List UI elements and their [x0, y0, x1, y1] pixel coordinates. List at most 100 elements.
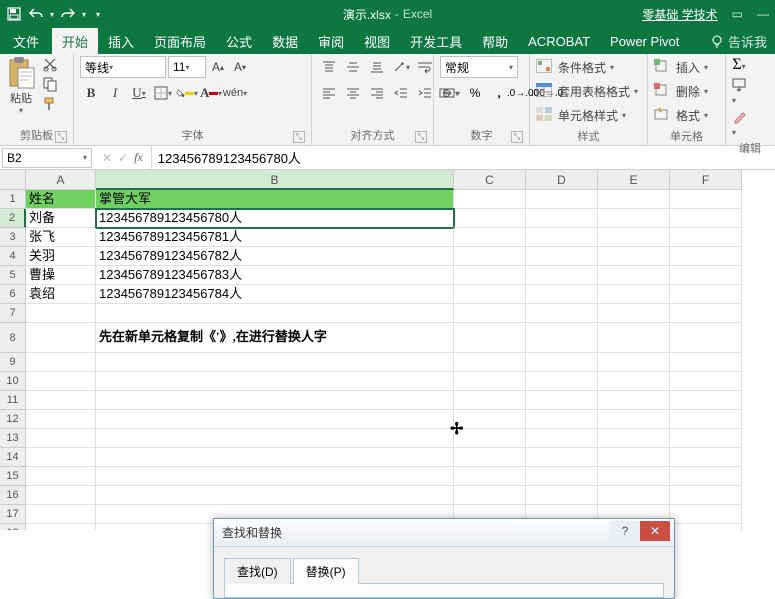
cell[interactable] [26, 505, 96, 524]
cell[interactable] [454, 247, 526, 266]
phonetic-button[interactable]: wén▾ [224, 82, 246, 104]
cell[interactable] [670, 285, 742, 304]
row-header[interactable]: 11 [0, 391, 26, 410]
italic-button[interactable]: I [104, 82, 126, 104]
cell[interactable] [598, 285, 670, 304]
cell[interactable] [26, 410, 96, 429]
cell[interactable] [526, 410, 598, 429]
cell[interactable] [598, 429, 670, 448]
cell[interactable] [670, 323, 742, 353]
cell[interactable] [454, 266, 526, 285]
tab-help[interactable]: 帮助 [472, 28, 518, 54]
undo-dropdown-icon[interactable]: ▾ [50, 10, 54, 19]
cut-icon[interactable] [42, 56, 60, 72]
clear-icon[interactable]: ▾ [732, 110, 746, 138]
col-header[interactable]: A [26, 170, 96, 190]
qat-customize-icon[interactable]: ▾ [96, 10, 100, 19]
cell[interactable] [454, 448, 526, 467]
cancel-formula-icon[interactable]: ✕ [102, 151, 112, 165]
align-middle-icon[interactable] [342, 56, 364, 78]
cell[interactable] [96, 304, 454, 323]
row-header[interactable]: 8 [0, 323, 26, 353]
redo-icon[interactable] [60, 6, 76, 22]
cell[interactable]: 袁绍 [26, 285, 96, 304]
cell-message[interactable]: 先在新单元格复制《'》,在进行替换人字 [96, 323, 454, 353]
cell[interactable] [526, 285, 598, 304]
cell[interactable] [454, 372, 526, 391]
row-header[interactable]: 2 [0, 209, 26, 228]
cell[interactable] [526, 190, 598, 209]
cell[interactable] [96, 467, 454, 486]
formula-input[interactable]: 123456789123456780人 [152, 148, 775, 167]
cell[interactable] [26, 391, 96, 410]
cell[interactable] [96, 410, 454, 429]
cell[interactable] [598, 467, 670, 486]
cell[interactable] [26, 448, 96, 467]
minimize-icon[interactable]: — [757, 7, 769, 21]
launcher-icon[interactable]: ⤡ [293, 131, 305, 143]
cell[interactable]: 张飞 [26, 228, 96, 247]
cell[interactable] [598, 304, 670, 323]
cell[interactable] [598, 410, 670, 429]
cell[interactable] [670, 304, 742, 323]
align-top-icon[interactable] [318, 56, 340, 78]
format-as-table-button[interactable]: 套用表格格式▾ [536, 80, 638, 102]
format-painter-icon[interactable] [42, 96, 60, 112]
cell[interactable] [670, 410, 742, 429]
cell[interactable] [670, 353, 742, 372]
tab-developer[interactable]: 开发工具 [400, 28, 472, 54]
launcher-icon[interactable]: ⤡ [55, 131, 67, 143]
col-header[interactable]: E [598, 170, 670, 190]
tab-formulas[interactable]: 公式 [216, 28, 262, 54]
cell[interactable] [670, 429, 742, 448]
paste-dropdown-icon[interactable]: ▾ [19, 106, 23, 115]
font-name-combo[interactable]: 等线▾ [80, 56, 166, 78]
fx-icon[interactable]: fx [134, 150, 143, 165]
cell[interactable]: 刘备 [26, 209, 96, 228]
cell[interactable] [598, 209, 670, 228]
launcher-icon[interactable]: ⤡ [511, 131, 523, 143]
cell[interactable] [96, 353, 454, 372]
percent-icon[interactable]: % [464, 82, 486, 104]
cell[interactable] [526, 486, 598, 505]
cell[interactable] [454, 410, 526, 429]
dialog-title-bar[interactable]: 查找和替换 ? ✕ [214, 519, 674, 547]
align-bottom-icon[interactable] [366, 56, 388, 78]
underline-button[interactable]: U▾ [128, 82, 150, 104]
cell[interactable] [670, 391, 742, 410]
fill-icon[interactable]: ▾ [732, 78, 746, 106]
tab-file[interactable]: 文件 [0, 28, 52, 54]
help-link[interactable]: 零基础 学技术 [642, 6, 717, 23]
cell[interactable]: 掌管大军 [96, 190, 454, 209]
cell[interactable] [96, 429, 454, 448]
launcher-icon[interactable]: ⤡ [415, 131, 427, 143]
decrease-font-icon[interactable]: A▾ [230, 56, 250, 78]
tab-acrobat[interactable]: ACROBAT [518, 28, 600, 54]
cell[interactable]: 123456789123456782人 [96, 247, 454, 266]
cell[interactable] [26, 372, 96, 391]
paste-icon[interactable] [6, 56, 36, 90]
cell[interactable]: 曹操 [26, 266, 96, 285]
cell[interactable] [454, 304, 526, 323]
cell[interactable] [526, 429, 598, 448]
cell[interactable] [670, 228, 742, 247]
row-header[interactable]: 3 [0, 228, 26, 247]
cell[interactable] [598, 190, 670, 209]
active-cell[interactable]: 123456789123456780人 [96, 209, 454, 228]
dialog-tab-replace[interactable]: 替换(P) [293, 558, 359, 584]
cell[interactable] [26, 304, 96, 323]
tell-me[interactable]: 告诉我 [702, 28, 775, 54]
cell[interactable] [454, 228, 526, 247]
cell[interactable] [526, 247, 598, 266]
cell[interactable] [670, 448, 742, 467]
cell[interactable] [670, 486, 742, 505]
row-header[interactable]: 18 [0, 524, 26, 530]
row-header[interactable]: 9 [0, 353, 26, 372]
dialog-help-icon[interactable]: ? [610, 521, 640, 541]
redo-dropdown-icon[interactable]: ▾ [82, 10, 86, 19]
decrease-indent-icon[interactable] [390, 82, 412, 104]
cell[interactable] [598, 448, 670, 467]
border-button[interactable]: ▾ [152, 82, 174, 104]
enter-formula-icon[interactable]: ✓ [118, 151, 128, 165]
name-box[interactable]: B2▾ [2, 148, 92, 168]
